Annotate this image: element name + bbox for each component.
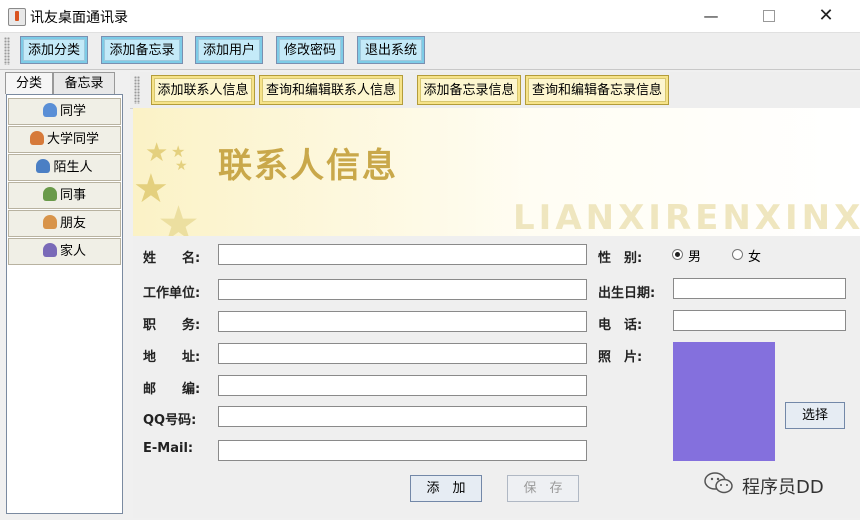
watermark-text: 程序员DD — [742, 477, 824, 498]
photo-preview — [673, 342, 775, 461]
gender-label: 性 别: — [598, 251, 643, 266]
birthday-input[interactable] — [673, 278, 846, 299]
person-icon — [42, 215, 57, 229]
postcode-input[interactable] — [218, 375, 587, 396]
category-item-college-classmates[interactable]: 大学同学 — [8, 126, 121, 153]
group-icon — [42, 187, 57, 201]
photo-label: 照 片: — [598, 350, 643, 365]
person-icon — [42, 103, 57, 117]
title-bar: 讯友桌面通讯录 — ✕ — [0, 0, 860, 33]
phone-label: 电 话: — [598, 318, 643, 333]
add-memo-info-button[interactable]: 添加备忘录信息 — [417, 75, 521, 105]
toolbar-grip[interactable] — [134, 76, 140, 104]
change-password-button[interactable]: 修改密码 — [276, 36, 344, 64]
contact-toolbar: 添加联系人信息 查询和编辑联系人信息 添加备忘录信息 查询和编辑备忘录信息 — [130, 72, 860, 109]
group-icon — [29, 131, 44, 145]
toolbar-grip[interactable] — [4, 37, 10, 65]
qq-input[interactable] — [218, 406, 587, 427]
add-contact-submit-button[interactable]: 添 加 — [410, 475, 482, 502]
gender-female-radio[interactable] — [732, 249, 743, 260]
email-label: E-Mail: — [143, 441, 194, 456]
window-title: 讯友桌面通讯录 — [30, 10, 128, 26]
gender-male-label: 男 — [688, 250, 702, 265]
minimize-button[interactable]: — — [688, 0, 734, 32]
birthday-label: 出生日期: — [598, 286, 656, 301]
add-user-button[interactable]: 添加用户 — [195, 36, 263, 64]
java-app-icon — [8, 8, 26, 26]
group-icon — [42, 243, 57, 257]
tab-category[interactable]: 分类 — [5, 72, 53, 94]
main-toolbar: 添加分类 添加备忘录 添加用户 修改密码 退出系统 — [0, 33, 860, 70]
star-icon: ★ — [145, 138, 169, 168]
maximize-button[interactable] — [745, 0, 791, 32]
category-list: 同学 大学同学 陌生人 同事 朋友 家人 — [6, 94, 123, 514]
exit-system-button[interactable]: 退出系统 — [357, 36, 425, 64]
qq-label: QQ号码: — [143, 413, 197, 428]
query-edit-memo-button[interactable]: 查询和编辑备忘录信息 — [525, 75, 669, 105]
close-button[interactable]: ✕ — [803, 0, 849, 32]
add-memo-button[interactable]: 添加备忘录 — [101, 36, 183, 64]
banner-title: 联系人信息 — [218, 146, 398, 186]
company-input[interactable] — [218, 279, 587, 300]
gender-female-label: 女 — [748, 250, 762, 265]
left-panel: 分类 备忘录 同学 大学同学 陌生人 同事 朋友 家人 — [3, 72, 125, 518]
email-input[interactable] — [218, 440, 587, 461]
gender-male-radio[interactable] — [672, 249, 683, 260]
query-edit-contact-button[interactable]: 查询和编辑联系人信息 — [259, 75, 403, 105]
banner-pinyin: LIANXIRENXINXI — [513, 198, 860, 236]
save-button[interactable]: 保 存 — [507, 475, 579, 502]
person-icon — [36, 159, 51, 173]
star-icon: ★ — [157, 196, 201, 236]
tab-memo[interactable]: 备忘录 — [53, 72, 115, 94]
wechat-icon — [704, 472, 733, 494]
category-item-family[interactable]: 家人 — [8, 238, 121, 265]
position-input[interactable] — [218, 311, 587, 332]
name-label: 姓 名: — [143, 251, 201, 266]
add-contact-button[interactable]: 添加联系人信息 — [151, 75, 255, 105]
name-input[interactable] — [218, 244, 587, 265]
choose-photo-button[interactable]: 选择 — [785, 402, 845, 429]
add-category-button[interactable]: 添加分类 — [20, 36, 88, 64]
category-item-friends[interactable]: 朋友 — [8, 210, 121, 237]
address-label: 地 址: — [143, 350, 201, 365]
category-item-strangers[interactable]: 陌生人 — [8, 154, 121, 181]
phone-input[interactable] — [673, 310, 846, 331]
category-item-classmates[interactable]: 同学 — [8, 98, 121, 125]
postcode-label: 邮 编: — [143, 382, 201, 397]
company-label: 工作单位: — [143, 286, 201, 301]
star-icon: ★ — [175, 158, 188, 174]
category-item-colleagues[interactable]: 同事 — [8, 182, 121, 209]
header-banner: ★ ★ ★ ★ ★ 联系人信息 LIANXIRENXINXI — [133, 108, 860, 236]
position-label: 职 务: — [143, 318, 201, 333]
address-input[interactable] — [218, 343, 587, 364]
